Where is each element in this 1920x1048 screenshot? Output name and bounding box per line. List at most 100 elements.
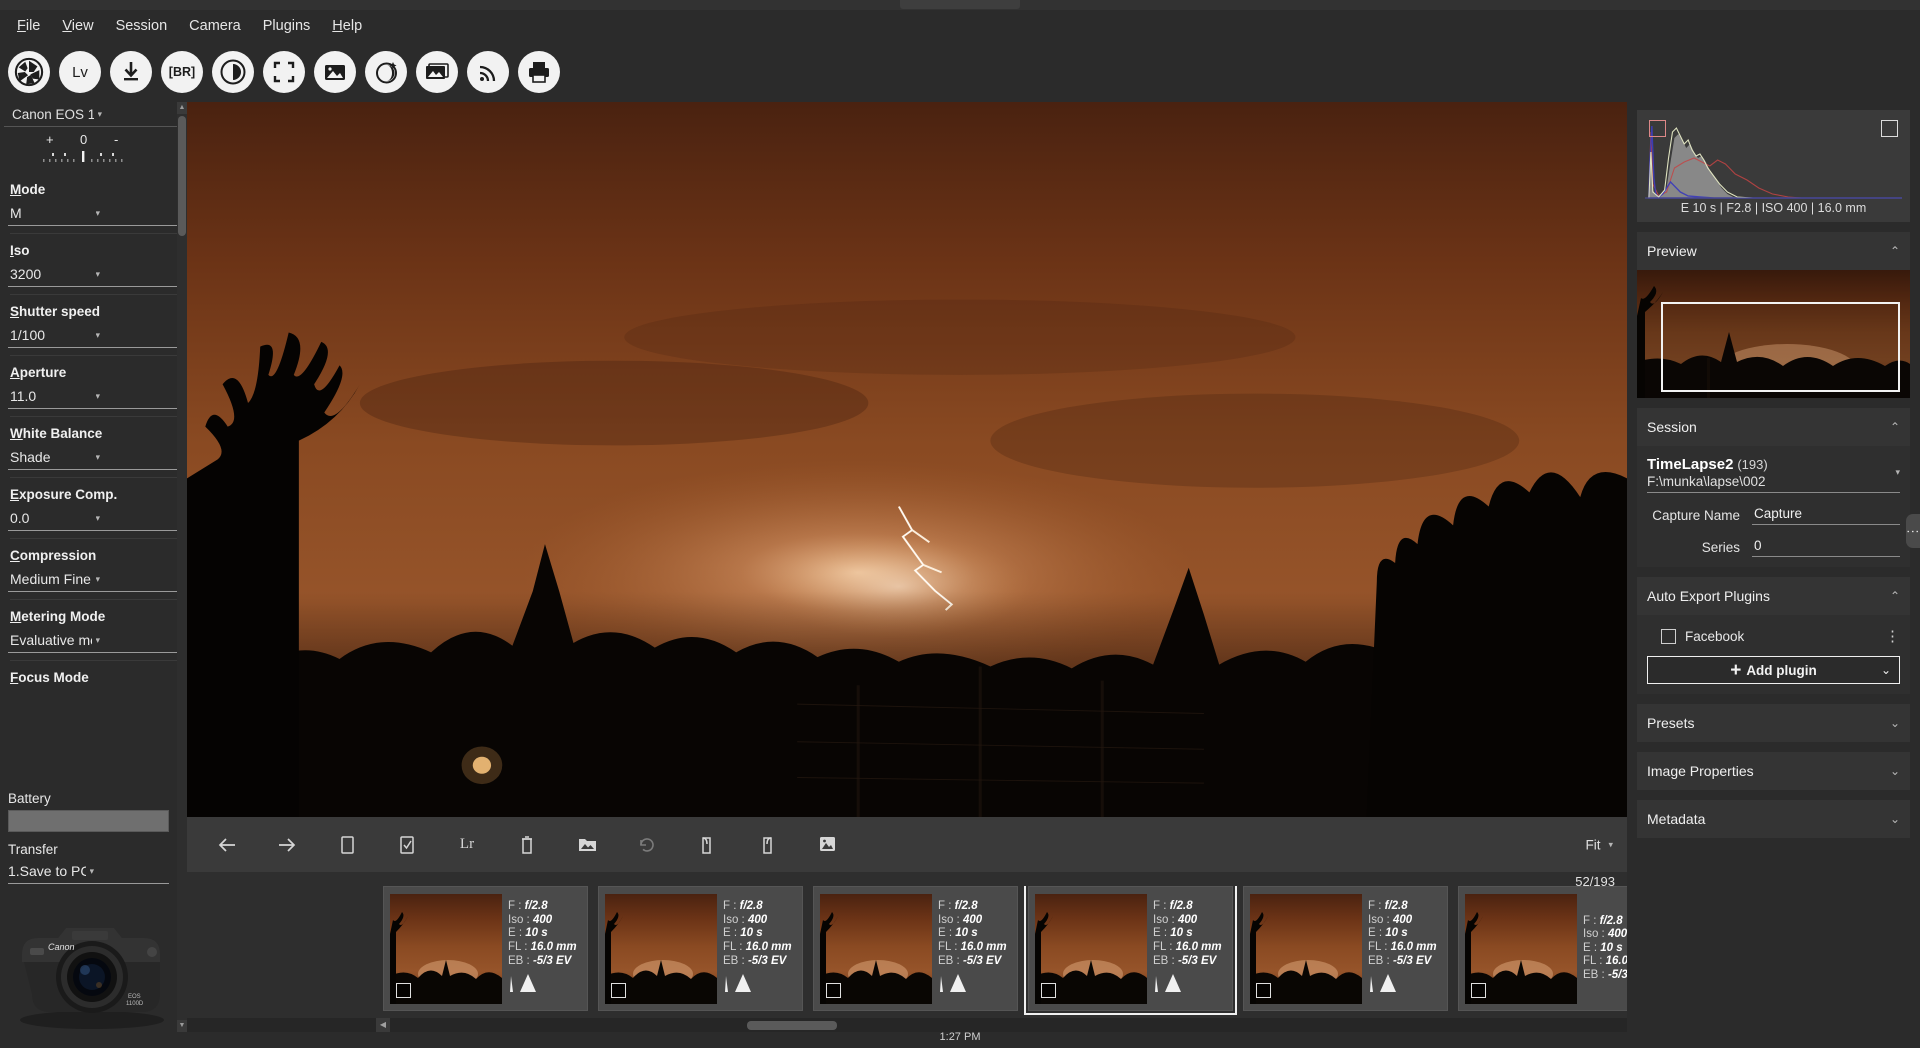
plugin-row-facebook[interactable]: Facebook ⋮ xyxy=(1647,625,1900,648)
thumbnail-checkbox[interactable] xyxy=(611,983,626,998)
menu-item-help[interactable]: Help xyxy=(321,14,373,38)
filmstrip-scrollbar[interactable]: ◀ xyxy=(187,1018,1627,1032)
open-folder-icon[interactable] xyxy=(557,823,617,867)
highlight-clipping-toggle[interactable] xyxy=(1881,120,1898,137)
scroll-up-arrow[interactable]: ▲ xyxy=(177,102,187,114)
field-metering-mode: Metering Mode Evaluative metering ▾ xyxy=(0,609,187,661)
series-row: Series 0 xyxy=(1647,538,1900,557)
meta-value-exposure: 10 s xyxy=(525,927,547,939)
zoom-mode-selector[interactable]: Fit ▾ xyxy=(1585,837,1613,852)
series-input[interactable]: 0 xyxy=(1752,538,1900,557)
print-icon[interactable] xyxy=(518,51,560,93)
section-title-presets: Presets xyxy=(1647,715,1694,731)
kebab-menu-icon[interactable]: ⋮ xyxy=(1885,633,1900,641)
rotate-right-icon[interactable] xyxy=(737,823,797,867)
iso-combo[interactable]: 3200 ▾ xyxy=(8,262,179,287)
window-drag-grip[interactable] xyxy=(900,0,1020,9)
list-item[interactable]: F : f/2.8 Iso : 400 E : 10 s FL : 16.0 m… xyxy=(813,886,1018,1011)
mode-combo[interactable]: M ▾ xyxy=(8,201,179,226)
delete-icon[interactable] xyxy=(497,823,557,867)
panel-collapse-handle[interactable]: ⋮ xyxy=(1906,514,1920,548)
scroll-thumb[interactable] xyxy=(747,1021,837,1030)
meta-value-exposure: 10 s xyxy=(955,927,977,939)
previous-image-icon[interactable] xyxy=(197,823,257,867)
capture-name-input[interactable]: Capture xyxy=(1752,506,1900,525)
preview-image[interactable] xyxy=(1637,270,1910,398)
white-balance-value: Shade xyxy=(10,449,92,465)
single-view-icon[interactable] xyxy=(317,823,377,867)
chevron-down-icon[interactable]: ⌄ xyxy=(1881,663,1891,677)
shadow-clipping-toggle[interactable] xyxy=(1649,120,1666,137)
left-panel-scrollbar[interactable]: ▲ ▼ xyxy=(177,102,187,1032)
meta-value-exposure: 10 s xyxy=(1170,927,1192,939)
list-item[interactable]: F : f/2.8 Iso : 400 E : 10 s FL : 16.0 m… xyxy=(1243,886,1448,1011)
meta-key-aperture: F : xyxy=(1153,900,1166,912)
fullscreen-icon[interactable] xyxy=(263,51,305,93)
camera-selector[interactable]: Canon EOS 1100D (24307... ▾ xyxy=(4,102,183,127)
select-all-icon[interactable] xyxy=(377,823,437,867)
add-plugin-button[interactable]: + Add plugin ⌄ xyxy=(1647,656,1900,684)
thumbnail-checkbox[interactable] xyxy=(396,983,411,998)
night-icon[interactable] xyxy=(365,51,407,93)
rotate-reset-icon[interactable] xyxy=(617,823,677,867)
scroll-thumb[interactable] xyxy=(178,116,186,236)
list-item[interactable]: F : f/2.8 Iso : 400 E : 10 s FL : 16.0 m… xyxy=(1028,886,1233,1011)
rotate-left-icon[interactable] xyxy=(677,823,737,867)
section-header-metadata[interactable]: Metadata ⌄ xyxy=(1637,800,1910,838)
metering-mode-combo[interactable]: Evaluative metering ▾ xyxy=(8,628,179,653)
bracketing-icon[interactable]: [BR] xyxy=(161,51,203,93)
next-image-icon[interactable] xyxy=(257,823,317,867)
thumbnail-checkbox[interactable] xyxy=(1256,983,1271,998)
aperture-combo[interactable]: 11.0 ▾ xyxy=(8,384,179,409)
menu-item-file[interactable]: FFileile xyxy=(6,14,51,38)
list-item[interactable]: F : f/2.8 Iso : 400 E : 10 s FL : 16.0 m… xyxy=(383,886,588,1011)
scroll-left-arrow[interactable]: ◀ xyxy=(376,1018,390,1032)
transfer-label: Transfer xyxy=(8,842,169,857)
main-image-viewer[interactable] xyxy=(187,102,1627,817)
liveview-icon[interactable]: Lv xyxy=(59,51,101,93)
meta-key-iso: Iso : xyxy=(723,914,745,926)
exposure-meter[interactable]: + 0 - xyxy=(0,131,187,171)
preview-crop-rect[interactable] xyxy=(1661,302,1900,392)
chevron-down-icon: ▾ xyxy=(96,208,178,219)
bracketing-label: [BR] xyxy=(169,65,195,79)
session-selector[interactable]: TimeLapse2 (193) F:\munka\lapse\002 ▾ xyxy=(1647,456,1900,493)
list-item[interactable]: F : f/2.8 Iso : 400 E : 10 s FL : 16.0 m… xyxy=(598,886,803,1011)
thumbnail-checkbox[interactable] xyxy=(826,983,841,998)
section-header-session[interactable]: Session ⌃ xyxy=(1637,408,1910,446)
transfer-combo[interactable]: 1.Save to PC only ▾ xyxy=(8,859,169,884)
shutter-speed-value: 1/100 xyxy=(10,327,92,343)
add-plugin-label: Add plugin xyxy=(1746,663,1816,678)
shutter-speed-combo[interactable]: 1/100 ▾ xyxy=(8,323,179,348)
section-header-presets[interactable]: Presets ⌄ xyxy=(1637,704,1910,742)
list-item[interactable]: F : f/2.8 Iso : 400 E : 10 s FL : 16.0 m… xyxy=(1458,886,1627,1011)
scroll-down-arrow[interactable]: ▼ xyxy=(177,1020,187,1032)
compression-value: Medium Fine JPEG xyxy=(10,571,92,587)
thumbnail-metadata: F : f/2.8 Iso : 400 E : 10 s FL : 16.0 m… xyxy=(1583,915,1627,983)
menu-item-session[interactable]: Session xyxy=(105,14,179,38)
thumbnail-checkbox[interactable] xyxy=(1471,983,1486,998)
image-icon[interactable] xyxy=(314,51,356,93)
meta-value-focal: 16.0 mm xyxy=(531,941,577,953)
section-header-auto-export-plugins[interactable]: Auto Export Plugins ⌃ xyxy=(1637,577,1910,615)
thumbnail-checkbox[interactable] xyxy=(1041,983,1056,998)
exposure-comp-combo[interactable]: 0.0 ▾ xyxy=(8,506,179,531)
shutter-icon[interactable] xyxy=(8,51,50,93)
broadcast-icon[interactable] xyxy=(467,51,509,93)
timer-icon[interactable] xyxy=(212,51,254,93)
download-icon[interactable] xyxy=(110,51,152,93)
menu-item-plugins[interactable]: Plugins xyxy=(252,14,322,38)
section-header-preview[interactable]: Preview ⌃ xyxy=(1637,232,1910,270)
compression-combo[interactable]: Medium Fine JPEG ▾ xyxy=(8,567,179,592)
gallery-icon[interactable] xyxy=(416,51,458,93)
section-header-image-properties[interactable]: Image Properties ⌄ xyxy=(1637,752,1910,790)
export-image-icon[interactable] xyxy=(797,823,857,867)
lightroom-icon[interactable]: Lr xyxy=(437,823,497,867)
white-balance-combo[interactable]: Shade ▾ xyxy=(8,445,179,470)
title-bar[interactable] xyxy=(0,0,1920,10)
menu-item-camera[interactable]: Camera xyxy=(178,14,252,38)
meta-key-eb: EB : xyxy=(1368,955,1390,967)
divider xyxy=(10,233,177,234)
plugin-checkbox-facebook[interactable] xyxy=(1661,629,1676,644)
menu-item-view[interactable]: View xyxy=(51,14,104,38)
